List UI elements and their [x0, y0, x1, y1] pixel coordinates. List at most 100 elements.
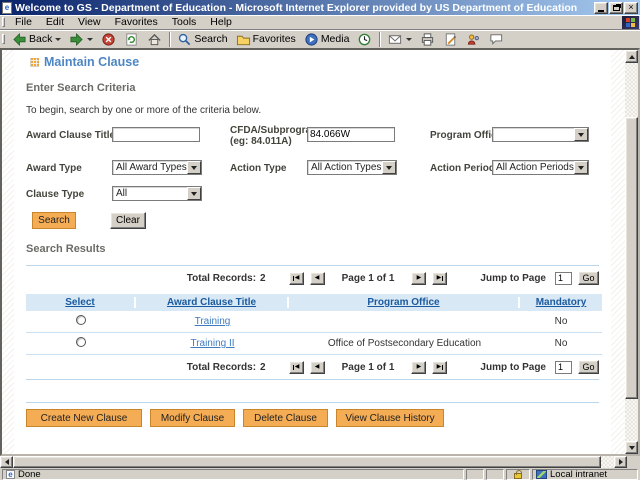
jump-to-page-input[interactable] — [555, 360, 572, 374]
vertical-scrollbar[interactable] — [625, 50, 638, 454]
menu-edit[interactable]: Edit — [39, 15, 71, 29]
clause-type-select[interactable]: All — [112, 186, 202, 201]
header-mandatory[interactable]: Mandatory — [520, 297, 602, 308]
scroll-right-button[interactable] — [614, 456, 627, 468]
previous-page-button[interactable]: ◀ — [309, 360, 325, 374]
restore-button[interactable] — [609, 1, 623, 14]
previous-page-button[interactable]: ◀ — [309, 271, 325, 285]
security-pane — [506, 469, 530, 480]
jump-to-page-input[interactable] — [555, 271, 572, 285]
ie-page-icon: e — [2, 1, 12, 14]
discuss-icon — [489, 32, 504, 47]
header-award-clause-title[interactable]: Award Clause Title — [136, 297, 289, 308]
go-button[interactable]: Go — [578, 360, 599, 374]
scroll-left-button[interactable] — [0, 456, 13, 468]
delete-clause-button[interactable]: Delete Clause — [243, 409, 328, 427]
arrow-down-icon — [628, 445, 635, 450]
history-icon — [357, 32, 372, 47]
back-dropdown-icon[interactable] — [55, 37, 62, 41]
modify-clause-button[interactable]: Modify Clause — [150, 409, 235, 427]
forward-button[interactable] — [65, 31, 97, 48]
total-records-value: 2 — [260, 272, 266, 284]
next-page-button[interactable]: ▶ — [411, 271, 427, 285]
mail-button[interactable] — [383, 31, 416, 48]
last-page-button[interactable]: ▶ — [432, 271, 448, 285]
last-page-button[interactable]: ▶ — [432, 360, 448, 374]
page-background: Maintain Clause Enter Search Criteria To… — [2, 50, 638, 454]
favorites-icon — [236, 32, 251, 47]
section-title: Enter Search Criteria — [26, 82, 136, 94]
chevron-down-icon[interactable] — [382, 161, 396, 174]
award-type-select[interactable]: All Award Types — [112, 160, 202, 175]
favorites-button[interactable]: Favorites — [232, 31, 300, 48]
row-select-radio[interactable] — [76, 337, 86, 347]
status-pane-empty — [486, 469, 504, 480]
minimize-button[interactable] — [594, 1, 608, 14]
print-icon — [420, 32, 435, 47]
status-pane: e Done — [2, 469, 464, 480]
menu-help[interactable]: Help — [203, 15, 239, 29]
back-button[interactable]: Back — [8, 31, 65, 48]
divider — [26, 402, 599, 403]
search-button[interactable]: Search — [32, 212, 76, 229]
chevron-down-icon[interactable] — [574, 161, 588, 174]
program-office-select[interactable] — [492, 127, 589, 142]
refresh-icon — [124, 32, 139, 47]
pagination-bottom: Total Records: 2 ◀ ◀ Page 1 of 1 ▶ ▶ Jum… — [26, 355, 599, 379]
clause-link[interactable]: Training II — [190, 338, 234, 349]
header-select[interactable]: Select — [26, 297, 136, 308]
refresh-button[interactable] — [120, 31, 143, 48]
page-indicator: Page 1 of 1 — [341, 361, 395, 373]
header-program-office[interactable]: Program Office — [289, 297, 520, 308]
clause-link[interactable]: Training — [195, 316, 231, 327]
award-type-label: Award Type — [26, 163, 82, 174]
vertical-scroll-thumb[interactable] — [625, 117, 638, 399]
history-button[interactable] — [353, 31, 376, 48]
vertical-scroll-track[interactable] — [625, 63, 638, 441]
menu-grip[interactable] — [2, 17, 5, 27]
results-table-header: Select Award Clause Title Program Office… — [26, 294, 602, 311]
chevron-down-icon[interactable] — [574, 128, 588, 141]
edit-button[interactable] — [439, 31, 462, 48]
row-select-radio[interactable] — [76, 315, 86, 325]
mail-dropdown-icon[interactable] — [406, 37, 413, 41]
chevron-down-icon[interactable] — [187, 161, 201, 174]
award-clause-title-input[interactable] — [112, 127, 200, 142]
create-new-clause-button[interactable]: Create New Clause — [26, 409, 142, 427]
messenger-button[interactable] — [462, 31, 485, 48]
clear-button[interactable]: Clear — [110, 212, 146, 229]
stop-button[interactable] — [97, 31, 120, 48]
scroll-down-button[interactable] — [625, 441, 638, 454]
go-button[interactable]: Go — [578, 271, 599, 285]
forward-dropdown-icon[interactable] — [87, 37, 94, 41]
chevron-down-icon[interactable] — [187, 187, 201, 200]
toolbar-grip[interactable] — [2, 34, 5, 44]
total-records-value: 2 — [260, 361, 266, 373]
horizontal-scroll-track[interactable] — [601, 456, 614, 468]
total-records-label: Total Records: — [186, 272, 257, 284]
home-button[interactable] — [143, 31, 166, 48]
close-button[interactable]: × — [624, 1, 638, 14]
award-clause-title-label: Award Clause Title — [26, 130, 116, 141]
action-period-select[interactable]: All Action Periods — [492, 160, 589, 175]
horizontal-scroll-thumb[interactable] — [13, 456, 601, 468]
first-page-button[interactable]: ◀ — [288, 360, 304, 374]
menu-tools[interactable]: Tools — [165, 15, 204, 29]
first-page-button[interactable]: ◀ — [288, 271, 304, 285]
print-button[interactable] — [416, 31, 439, 48]
discuss-button[interactable] — [485, 31, 508, 48]
scroll-up-button[interactable] — [625, 50, 638, 63]
next-page-button[interactable]: ▶ — [411, 360, 427, 374]
last-page-icon: ▶ — [436, 274, 442, 281]
cfda-subprogram-input[interactable] — [307, 127, 395, 142]
clause-type-label: Clause Type — [26, 189, 85, 200]
search-button-toolbar[interactable]: Search — [173, 31, 231, 48]
menu-favorites[interactable]: Favorites — [108, 15, 165, 29]
edit-icon — [443, 32, 458, 47]
media-button[interactable]: Media — [300, 31, 354, 48]
view-clause-history-button[interactable]: View Clause History — [336, 409, 444, 427]
menu-file[interactable]: File — [8, 15, 39, 29]
menu-view[interactable]: View — [71, 15, 108, 29]
action-type-select[interactable]: All Action Types — [307, 160, 397, 175]
horizontal-scrollbar[interactable] — [0, 456, 640, 468]
